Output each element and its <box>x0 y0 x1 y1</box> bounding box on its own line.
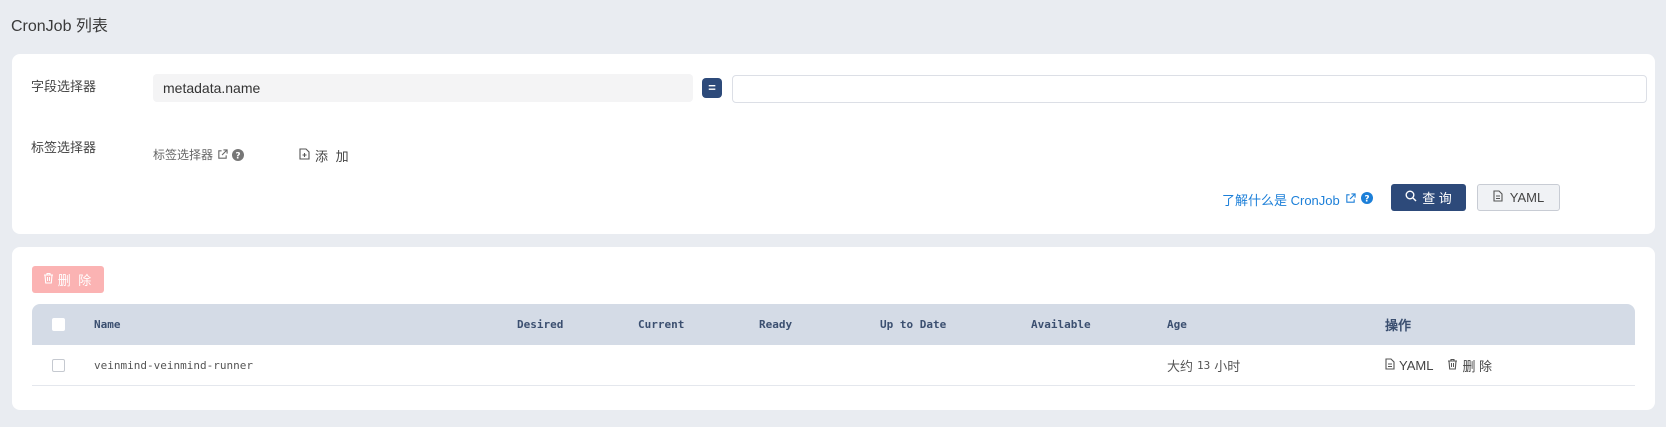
query-label: 查 询 <box>1422 191 1452 206</box>
row-name[interactable]: veinmind-veinmind-runner <box>94 345 253 385</box>
file-add-icon <box>299 148 310 163</box>
svg-text:?: ? <box>235 151 240 161</box>
column-up-to-date[interactable]: Up to Date <box>880 304 946 345</box>
column-actions: 操作 <box>1385 318 1412 333</box>
yaml-label: YAML <box>1509 190 1545 205</box>
help-icon[interactable]: ? <box>232 148 245 161</box>
row-age: 大约 13 小时 <box>1167 345 1240 385</box>
label-selector-hint-text: 标签选择器 <box>153 148 214 162</box>
row-yaml-label: YAML <box>1399 357 1434 373</box>
row-actions: YAML 删 除 <box>1385 356 1492 375</box>
add-label-button[interactable]: 添 加 <box>299 146 351 165</box>
table-panel: 删 除 Name Desired Current Ready Up to Dat… <box>12 247 1655 410</box>
select-all-checkbox[interactable] <box>52 318 65 331</box>
column-desired[interactable]: Desired <box>517 304 563 345</box>
label-selector-label: 标签选择器 <box>31 140 97 155</box>
column-available[interactable]: Available <box>1031 304 1091 345</box>
row-checkbox[interactable] <box>52 359 65 372</box>
table-row: veinmind-veinmind-runner 大约 13 小时 YAML 删… <box>32 345 1635 386</box>
field-value-input[interactable] <box>732 75 1647 103</box>
row-age-prefix: 大约 <box>1167 358 1194 374</box>
row-delete-label: 删 除 <box>1462 358 1493 374</box>
external-link-icon[interactable] <box>217 149 228 160</box>
column-age[interactable]: Age <box>1167 304 1187 345</box>
bulk-delete-label: 删 除 <box>57 273 94 288</box>
add-label-text: 添 加 <box>315 149 351 164</box>
file-icon <box>1493 190 1503 205</box>
field-select[interactable]: metadata.name <box>153 74 693 102</box>
cronjob-table: Name Desired Current Ready Up to Date Av… <box>32 304 1635 386</box>
row-age-unit: 小时 <box>1214 358 1241 374</box>
label-selector-hint: 标签选择器 ? <box>153 146 245 163</box>
row-yaml-button[interactable]: YAML <box>1385 358 1433 373</box>
trash-icon <box>43 272 54 287</box>
trash-icon <box>1447 358 1458 373</box>
file-icon <box>1385 357 1395 373</box>
column-name[interactable]: Name <box>94 304 121 345</box>
bulk-delete-button[interactable]: 删 除 <box>32 266 104 293</box>
yaml-button[interactable]: YAML <box>1477 184 1560 211</box>
table-header: Name Desired Current Ready Up to Date Av… <box>32 304 1635 345</box>
operator-button[interactable]: = <box>702 78 722 98</box>
external-link-icon <box>1345 192 1356 207</box>
column-current[interactable]: Current <box>638 304 684 345</box>
learn-cronjob-link[interactable]: 了解什么是 CronJob ? <box>1222 190 1373 209</box>
column-ready[interactable]: Ready <box>759 304 792 345</box>
query-button[interactable]: 查 询 <box>1391 184 1466 211</box>
svg-text:?: ? <box>1364 195 1369 205</box>
field-selector-label: 字段选择器 <box>31 79 97 94</box>
row-age-num: 13 <box>1197 358 1211 372</box>
learn-cronjob-text: 了解什么是 CronJob <box>1222 193 1340 208</box>
filter-panel: 字段选择器 metadata.name = 标签选择器 标签选择器 ? 添 加 … <box>12 54 1655 234</box>
page-title: CronJob 列表 <box>11 18 108 35</box>
help-icon: ? <box>1360 192 1373 207</box>
row-delete-button[interactable]: 删 除 <box>1447 356 1492 375</box>
search-icon <box>1405 190 1417 205</box>
